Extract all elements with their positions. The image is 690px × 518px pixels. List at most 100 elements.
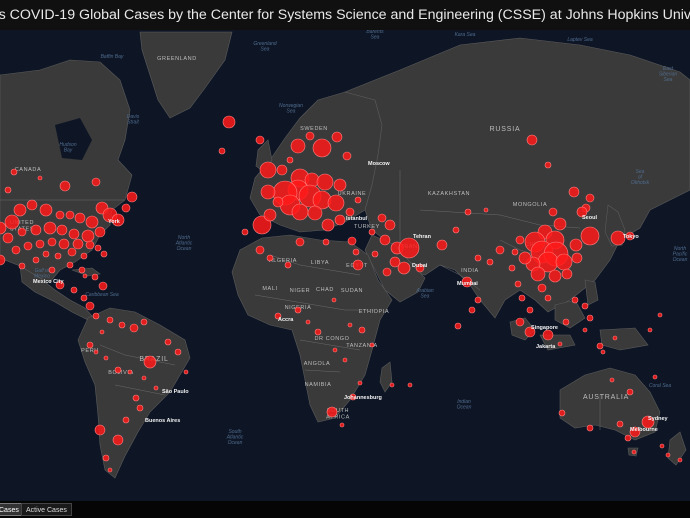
case-marker[interactable] (542, 329, 554, 341)
case-marker[interactable] (322, 238, 330, 246)
case-marker[interactable] (530, 266, 546, 282)
case-marker[interactable] (548, 269, 562, 283)
case-marker[interactable] (352, 248, 360, 256)
case-marker[interactable] (586, 314, 594, 322)
case-marker[interactable] (347, 322, 353, 328)
case-marker[interactable] (389, 382, 395, 388)
case-marker[interactable] (354, 196, 362, 204)
case-marker[interactable] (581, 302, 589, 310)
case-marker[interactable] (174, 348, 182, 356)
map-canvas[interactable]: GreenlandSeaBarentsSea Kara SeaLaptev Sea… (0, 30, 690, 501)
case-marker[interactable] (557, 341, 563, 347)
case-marker[interactable] (259, 161, 277, 179)
case-marker[interactable] (334, 214, 346, 226)
case-marker[interactable] (37, 175, 43, 181)
case-marker[interactable] (183, 369, 189, 375)
case-marker[interactable] (515, 317, 525, 327)
case-marker[interactable] (118, 321, 126, 329)
case-marker[interactable] (10, 168, 18, 176)
case-marker[interactable] (600, 349, 606, 355)
case-marker[interactable] (452, 226, 460, 234)
case-marker[interactable] (55, 210, 65, 220)
case-marker[interactable] (100, 250, 108, 258)
case-marker[interactable] (544, 294, 552, 302)
case-marker[interactable] (342, 151, 352, 161)
case-marker[interactable] (141, 375, 147, 381)
case-marker[interactable] (561, 268, 573, 280)
case-marker[interactable] (562, 318, 570, 326)
case-marker[interactable] (102, 454, 110, 462)
case-marker[interactable] (74, 212, 86, 224)
case-marker[interactable] (553, 217, 567, 231)
case-marker[interactable] (295, 237, 305, 247)
case-marker[interactable] (305, 131, 315, 141)
case-marker[interactable] (23, 241, 33, 251)
case-marker[interactable] (272, 196, 284, 208)
case-marker[interactable] (339, 422, 345, 428)
case-marker[interactable] (93, 349, 99, 355)
case-marker[interactable] (286, 156, 294, 164)
world-map[interactable]: Greenland Sea Barents Sea Kara Sea Laptev Sea… (0, 30, 690, 501)
case-marker[interactable] (94, 424, 106, 436)
case-marker[interactable] (537, 283, 547, 293)
case-marker[interactable] (586, 424, 594, 432)
case-marker[interactable] (85, 301, 95, 311)
case-marker[interactable] (548, 207, 558, 217)
case-marker[interactable] (80, 252, 88, 260)
case-marker[interactable] (382, 267, 392, 277)
case-marker[interactable] (68, 228, 80, 240)
case-marker[interactable] (514, 280, 522, 288)
case-marker[interactable] (652, 374, 658, 380)
case-marker[interactable] (331, 297, 337, 303)
case-marker[interactable] (314, 328, 322, 336)
case-marker[interactable] (327, 194, 345, 212)
case-marker[interactable] (495, 245, 505, 255)
case-marker[interactable] (122, 416, 130, 424)
case-marker[interactable] (17, 227, 27, 237)
case-marker[interactable] (454, 322, 462, 330)
case-marker[interactable] (377, 213, 387, 223)
case-marker[interactable] (78, 266, 86, 274)
case-marker[interactable] (312, 138, 332, 158)
case-marker[interactable] (609, 377, 615, 383)
case-marker[interactable] (70, 286, 78, 294)
case-marker[interactable] (112, 434, 124, 446)
case-marker[interactable] (345, 207, 355, 217)
case-marker[interactable] (518, 294, 526, 302)
case-marker[interactable] (85, 215, 99, 229)
case-marker[interactable] (91, 177, 101, 187)
case-marker[interactable] (291, 203, 309, 221)
case-marker[interactable] (82, 273, 88, 279)
case-marker[interactable] (58, 238, 70, 250)
case-marker[interactable] (39, 203, 53, 217)
case-marker[interactable] (98, 281, 108, 291)
case-marker[interactable] (260, 184, 276, 200)
case-marker[interactable] (515, 235, 525, 245)
case-marker[interactable] (86, 341, 94, 349)
case-marker[interactable] (368, 228, 376, 236)
case-marker[interactable] (526, 134, 538, 146)
case-marker[interactable] (305, 319, 311, 325)
case-marker[interactable] (222, 115, 236, 129)
case-marker[interactable] (571, 252, 583, 264)
case-marker[interactable] (4, 186, 12, 194)
case-marker[interactable] (582, 327, 588, 333)
case-marker[interactable] (94, 226, 106, 238)
case-marker[interactable] (397, 261, 411, 275)
case-marker[interactable] (140, 318, 148, 326)
case-marker[interactable] (571, 296, 579, 304)
case-marker[interactable] (333, 178, 347, 192)
case-marker[interactable] (352, 259, 364, 271)
case-marker[interactable] (347, 236, 357, 246)
case-marker[interactable] (569, 238, 583, 252)
case-marker[interactable] (580, 226, 600, 246)
case-marker[interactable] (218, 147, 226, 155)
case-marker[interactable] (677, 457, 683, 463)
case-marker[interactable] (164, 338, 172, 346)
case-marker[interactable] (43, 221, 57, 235)
case-marker[interactable] (276, 164, 288, 176)
case-marker[interactable] (126, 191, 138, 203)
case-marker[interactable] (114, 366, 122, 374)
case-marker[interactable] (474, 296, 482, 304)
case-marker[interactable] (568, 186, 580, 198)
